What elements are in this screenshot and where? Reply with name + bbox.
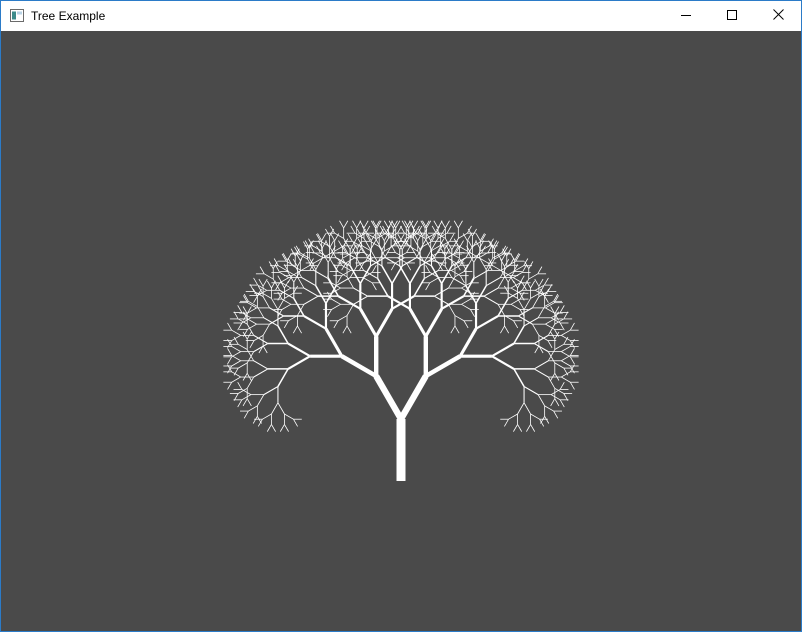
title-bar[interactable]: Tree Example xyxy=(1,1,801,31)
minimize-icon xyxy=(681,7,691,25)
maximize-icon xyxy=(727,7,737,25)
window-title: Tree Example xyxy=(31,9,106,23)
fractal-tree xyxy=(1,31,801,631)
minimize-button[interactable] xyxy=(663,1,709,31)
close-button[interactable] xyxy=(755,1,801,31)
close-icon xyxy=(772,7,784,25)
maximize-button[interactable] xyxy=(709,1,755,31)
drawing-canvas xyxy=(1,31,801,631)
app-window: Tree Example xyxy=(0,0,802,632)
app-window-icon xyxy=(10,9,24,22)
canvas-background xyxy=(1,31,801,631)
